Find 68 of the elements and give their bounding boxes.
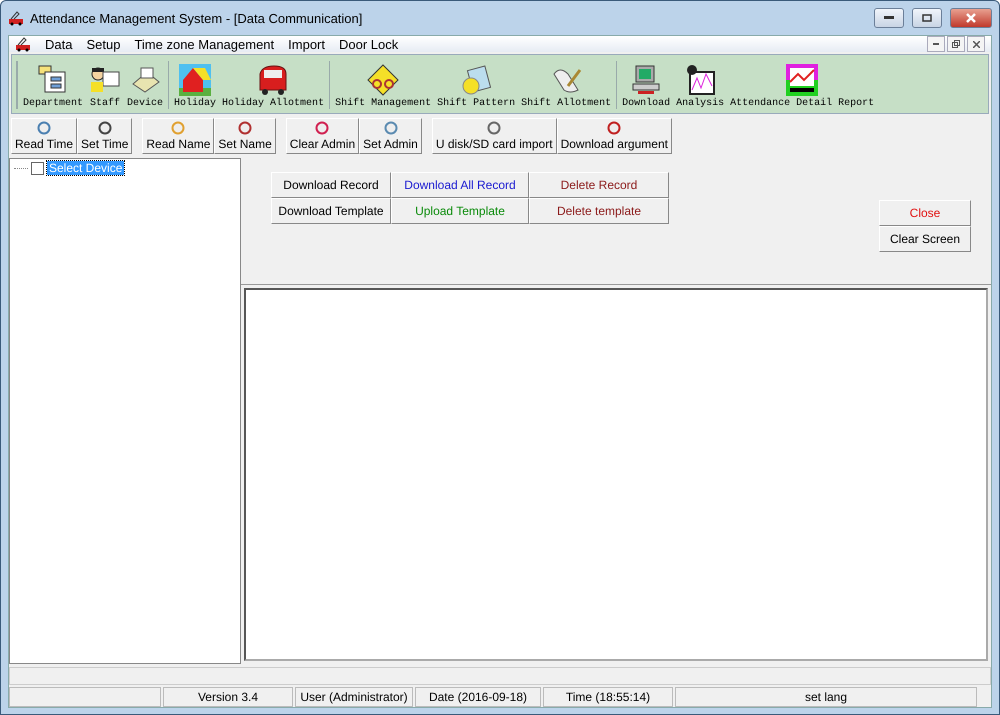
maximize-button[interactable] (912, 8, 942, 28)
action-button[interactable]: Delete Record (529, 172, 669, 198)
command-button[interactable]: U disk/SD card import (432, 118, 557, 154)
status-panel: Version 3.4 (163, 687, 293, 707)
status-panel: User (Administrator) (295, 687, 413, 707)
command-button[interactable]: Clear Admin (286, 118, 360, 154)
status-panel: Time (18:55:14) (543, 687, 673, 707)
close-button[interactable] (950, 8, 992, 28)
menu-item[interactable]: Data (45, 36, 72, 52)
report-icon (786, 64, 818, 96)
toolbar-button[interactable]: Holiday Allotment (222, 64, 324, 109)
bike-icon (367, 64, 400, 96)
close-icon (972, 40, 980, 48)
minimize-button[interactable] (874, 8, 904, 28)
status-panel: set lang (675, 687, 977, 707)
close-icon (966, 13, 976, 23)
maximize-icon (922, 14, 932, 22)
firetruck-icon (8, 10, 24, 26)
command-button[interactable]: Read Time (11, 118, 78, 154)
mdi-close-button[interactable] (967, 36, 985, 52)
status-panel: Date (2016-09-18) (415, 687, 541, 707)
restore-icon (952, 40, 960, 48)
toolbar-button[interactable]: Device (127, 64, 164, 109)
toolbar-button[interactable]: Staff (89, 64, 122, 109)
side-button[interactable]: Clear Screen (879, 226, 971, 252)
command-button[interactable]: Set Name (214, 118, 276, 154)
house-icon (179, 64, 212, 96)
command-button[interactable]: Set Time (77, 118, 132, 154)
small-tool-icon (607, 121, 622, 135)
chart-icon (684, 64, 716, 96)
menu-item[interactable]: Import (288, 36, 325, 52)
toolbar-button[interactable]: Analysis (676, 64, 724, 109)
toolbar-button[interactable]: Shift Allotment (521, 64, 612, 109)
small-tool-icon (384, 121, 398, 135)
small-tool-icon (487, 121, 502, 135)
command-button[interactable]: Set Admin (359, 118, 422, 154)
side-button[interactable]: Close (879, 200, 971, 226)
action-button[interactable]: Download Template (271, 198, 391, 224)
action-button[interactable]: Upload Template (391, 198, 529, 224)
action-button[interactable]: Download All Record (391, 172, 529, 198)
small-tool-icon (37, 121, 52, 135)
toolbar-button[interactable]: Download (622, 64, 670, 109)
minimize-icon (884, 16, 894, 20)
toolbar-button[interactable]: Shift Pattern (437, 64, 516, 109)
action-button[interactable]: Download Record (271, 172, 391, 198)
command-button[interactable]: Download argument (556, 118, 672, 154)
small-tool-icon (98, 121, 112, 135)
mdi-restore-button[interactable] (947, 36, 965, 52)
car-icon (257, 64, 290, 96)
firetruck-icon (15, 36, 31, 52)
checkbox[interactable] (31, 162, 44, 174)
mdi-minimize-button[interactable] (927, 36, 945, 52)
toolbar-button[interactable]: Attendance Detail Report (730, 64, 874, 109)
minimize-icon (933, 43, 939, 45)
action-button[interactable]: Delete template (529, 198, 669, 224)
window-title: Attendance Management System - [Data Communication] (30, 10, 364, 26)
toolbar-button[interactable]: Shift Management (335, 64, 432, 109)
toolbar-button[interactable]: Department (23, 64, 84, 109)
small-tool-icon (315, 121, 330, 135)
menu-item[interactable]: Time zone Management (134, 36, 274, 52)
pattern-icon (460, 64, 492, 96)
computer-icon (630, 64, 662, 96)
menu-item[interactable]: Setup (86, 36, 120, 52)
small-tool-icon (171, 121, 186, 135)
command-button[interactable]: Read Name (142, 118, 214, 154)
menu-item[interactable]: Door Lock (339, 36, 398, 52)
small-tool-icon (238, 121, 252, 135)
toolbar-button[interactable]: Holiday (174, 64, 216, 109)
